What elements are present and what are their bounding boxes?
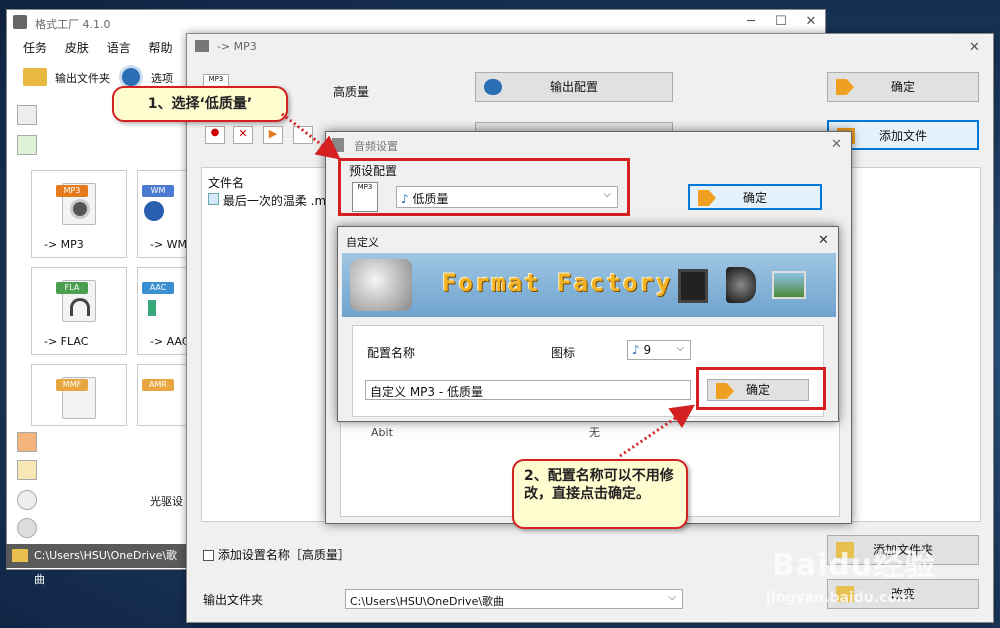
connector-step-2 xyxy=(619,404,695,458)
callout-connectors xyxy=(281,112,695,458)
baidu-watermark-url: jingyan.baidu.com xyxy=(766,590,912,606)
connector-step-1 xyxy=(281,112,341,160)
baidu-watermark: Baidu经验 xyxy=(772,548,936,583)
